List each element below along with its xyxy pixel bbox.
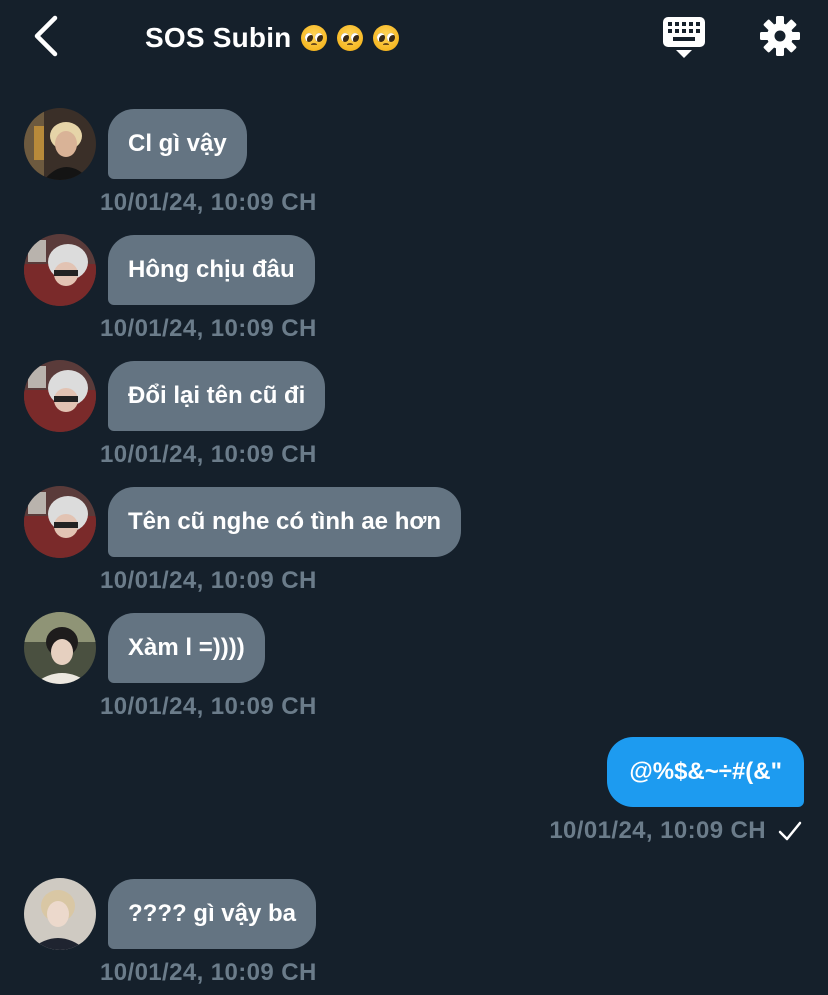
message-text: ???? gì vậy ba [128,900,297,927]
avatar[interactable] [24,234,96,306]
message-timestamp: 10/01/24, 10:09 CH [100,959,317,986]
message-text: Tên cũ nghe có tình ae hơn [128,508,442,535]
avatar[interactable] [24,360,96,432]
conversation-title[interactable]: SOS Subin [145,18,400,58]
message-timestamp: 10/01/24, 10:09 CH [100,441,317,468]
message-timestamp: 10/01/24, 10:09 CH [100,315,317,342]
checkmark-icon [778,819,802,843]
message-bubble[interactable]: Đổi lại tên cũ đi [108,361,326,431]
chevron-left-icon [34,15,58,57]
message-bubble[interactable]: Xàm l =)))) [108,613,265,683]
pleading-face-icon [301,25,328,51]
message-text: Đổi lại tên cũ đi [128,382,306,409]
timestamp-text: 10/01/24, 10:09 CH [549,817,766,844]
pleading-face-icon [337,25,364,51]
settings-button[interactable] [758,14,802,58]
message-timestamp: 10/01/24, 10:09 CH [100,693,317,720]
message-timestamp: 10/01/24, 10:09 CH [549,817,802,845]
back-button[interactable] [26,14,66,58]
message-bubble[interactable]: Hông chịu đâu [108,235,315,305]
chat-header: SOS Subin [0,0,828,76]
avatar[interactable] [24,612,96,684]
message-bubble[interactable]: Cl gì vậy [108,109,247,179]
message-text: @%$&~÷#(&" [629,758,782,785]
message-timestamp: 10/01/24, 10:09 CH [100,567,317,594]
message-bubble[interactable]: Tên cũ nghe có tình ae hơn [108,487,462,557]
keyboard-button[interactable] [662,16,706,60]
message-text: Xàm l =)))) [128,634,245,661]
gear-icon [760,16,800,56]
message-text: Hông chịu đâu [128,256,295,283]
keyboard-icon [663,17,705,58]
avatar[interactable] [24,486,96,558]
message-bubble[interactable]: ???? gì vậy ba [108,879,317,949]
pleading-face-icon [373,25,400,51]
conversation-name: SOS Subin [145,22,292,53]
avatar[interactable] [24,108,96,180]
avatar[interactable] [24,878,96,950]
message-timestamp: 10/01/24, 10:09 CH [100,189,317,216]
message-text: Cl gì vậy [128,130,227,157]
message-bubble-outgoing[interactable]: @%$&~÷#(&" [607,737,804,807]
